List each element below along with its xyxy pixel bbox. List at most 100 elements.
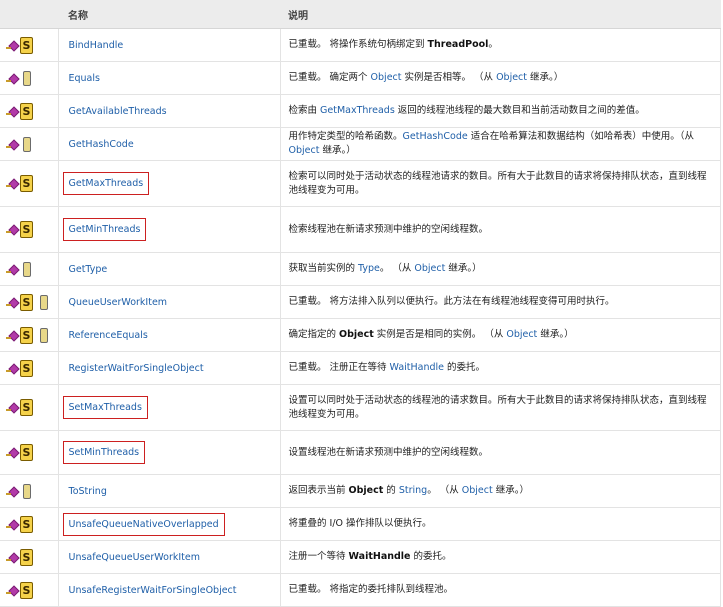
description-text: 已重载。 将方法排入队列以便执行。此方法在有线程池线程变得可用时执行。 [288,296,615,307]
member-icons [0,127,59,161]
member-name-cell: SetMaxThreads [58,384,281,431]
member-name-link[interactable]: UnsafeQueueNativeOverlapped [62,512,225,536]
description-link[interactable]: Object [414,263,445,274]
static-member-icon: S [20,326,33,344]
description-text: 继承。） [492,485,529,496]
member-name-link[interactable]: GetMaxThreads [62,172,150,195]
public-method-icon [6,363,17,374]
description-text: 。 （从 [379,263,415,274]
description-column-header: 说明 [280,0,721,29]
table-row: Equals 已重载。 确定两个 Object 实例是否相等。 （从 Object… [0,61,721,95]
member-name-link[interactable]: GetHashCode [69,139,134,150]
member-icons: S [0,573,59,607]
member-description: 已重载。 将操作系统句柄绑定到 ThreadPool。 [280,28,721,62]
description-text: 设置可以同时处于活动状态的线程池的请求数目。所有大于此数目的请求将保持排队状态，… [288,394,707,420]
member-name-cell: GetMaxThreads [58,160,281,207]
member-icons [0,252,59,286]
public-method-icon [6,519,17,530]
table-row: S QueueUserWorkItem 已重载。 将方法排入队列以便执行。此方法在有… [0,285,721,319]
member-icons: S [0,206,59,253]
description-text: 返回的线程池线程的最大数目和当前活动数目之间的差值。 [394,105,645,116]
description-link[interactable]: Object [462,485,493,496]
public-method-icon [6,264,17,275]
description-bold-term: Object [339,329,374,340]
public-method-icon [6,139,17,150]
member-name-link[interactable]: GetMinThreads [62,218,147,241]
member-name-cell: QueueUserWorkItem [58,285,281,319]
inherited-member-icon [23,261,31,277]
member-name-cell: UnsafeQueueUserWorkItem [58,540,281,574]
inherited-member-icon [40,294,48,310]
public-method-icon [6,178,17,189]
member-description: 确定指定的 Object 实例是否是相同的实例。 （从 Object 继承。） [280,318,721,352]
table-row: S UnsafeQueueUserWorkItem 注册一个等待 WaitHandl… [0,540,721,574]
description-text: 。 （从 [427,485,462,496]
description-text: 实例是否是相同的实例。 （从 [373,329,507,340]
member-name-link[interactable]: UnsafeQueueUserWorkItem [69,552,200,563]
member-name-cell: ReferenceEquals [58,318,281,352]
description-text: 用作特定类型的哈希函数。 [288,131,403,142]
description-text: 设置线程池在新请求预测中维护的空闲线程数。 [288,446,489,458]
table-row: S UnsafeRegisterWaitForSingleObject 已重载。 将… [0,573,721,607]
member-name-link[interactable]: Equals [69,73,100,84]
member-icons [0,61,59,95]
member-icons [0,474,59,508]
members-table: 名称 说明 S BindHandle 已重载。 将操作系统句柄绑定到 ThreadP… [0,0,721,607]
description-link[interactable]: Type [358,263,380,274]
member-description: 获取当前实例的 Type。 （从 Object 继承。） [280,252,721,286]
table-row: S GetMinThreads 检索线程池在新请求预测中维护的空闲线程数。 [0,206,721,253]
description-link[interactable]: Object [289,145,320,156]
member-name-link[interactable]: QueueUserWorkItem [69,297,168,308]
description-text: 已重载。 将指定的委托排队到线程池。 [288,584,454,595]
member-name-link[interactable]: ToString [69,486,107,497]
static-member-icon: S [20,36,33,54]
member-name-link[interactable]: RegisterWaitForSingleObject [69,363,204,374]
public-method-icon [6,552,17,563]
public-method-icon [6,40,17,51]
member-icons: S [0,507,59,541]
description-bold-term: Object [348,485,384,496]
member-name-link[interactable]: ReferenceEquals [69,330,148,341]
description-text: 注册一个等待 [288,551,349,562]
description-text: 的委托。 [444,362,486,373]
description-link[interactable]: Object [371,72,402,83]
static-member-icon: S [20,293,33,311]
description-link[interactable]: GetMaxThreads [320,105,395,116]
description-link[interactable]: String [399,485,427,496]
member-description: 设置线程池在新请求预测中维护的空闲线程数。 [280,430,721,475]
description-text: 的委托。 [410,551,452,562]
icon-column-header [0,0,58,29]
static-member-icon: S [20,581,33,599]
member-name-link[interactable]: GetAvailableThreads [69,106,167,117]
description-link[interactable]: GetHashCode [403,131,468,142]
member-description: 已重载。 注册正在等待 WaitHandle 的委托。 [280,351,721,385]
member-name-cell: Equals [58,61,281,95]
member-name-cell: SetMinThreads [58,430,281,475]
member-name-link[interactable]: UnsafeRegisterWaitForSingleObject [69,585,237,596]
public-method-icon [6,297,17,308]
member-icons: S [0,28,59,62]
inherited-member-icon [40,327,48,343]
static-member-icon: S [20,175,33,192]
description-link[interactable]: Object [506,329,537,340]
member-icons: S [0,351,59,385]
description-text: 已重载。 注册正在等待 [288,362,390,373]
inherited-member-icon [23,70,31,86]
member-name-link[interactable]: BindHandle [69,40,124,51]
member-description: 将重叠的 I/O 操作排队以便执行。 [280,507,721,541]
inherited-member-icon [23,136,31,152]
member-name-link[interactable]: SetMinThreads [62,441,146,464]
member-name-cell: RegisterWaitForSingleObject [58,351,281,385]
member-description: 返回表示当前 Object 的 String。 （从 Object 继承。） [280,474,721,508]
description-link[interactable]: Object [496,72,527,83]
member-icons: S [0,160,59,207]
name-column-header: 名称 [58,0,280,29]
member-icons: S [0,285,59,319]
member-name-cell: UnsafeRegisterWaitForSingleObject [58,573,281,607]
member-description: 用作特定类型的哈希函数。GetHashCode 适合在哈希算法和数据结构（如哈希… [280,127,721,161]
member-name-link[interactable]: SetMaxThreads [62,396,148,419]
member-description: 已重载。 将指定的委托排队到线程池。 [280,573,721,607]
description-text: 继承。） [537,329,574,340]
member-name-link[interactable]: GetType [69,264,108,275]
description-link[interactable]: WaitHandle [390,362,444,373]
